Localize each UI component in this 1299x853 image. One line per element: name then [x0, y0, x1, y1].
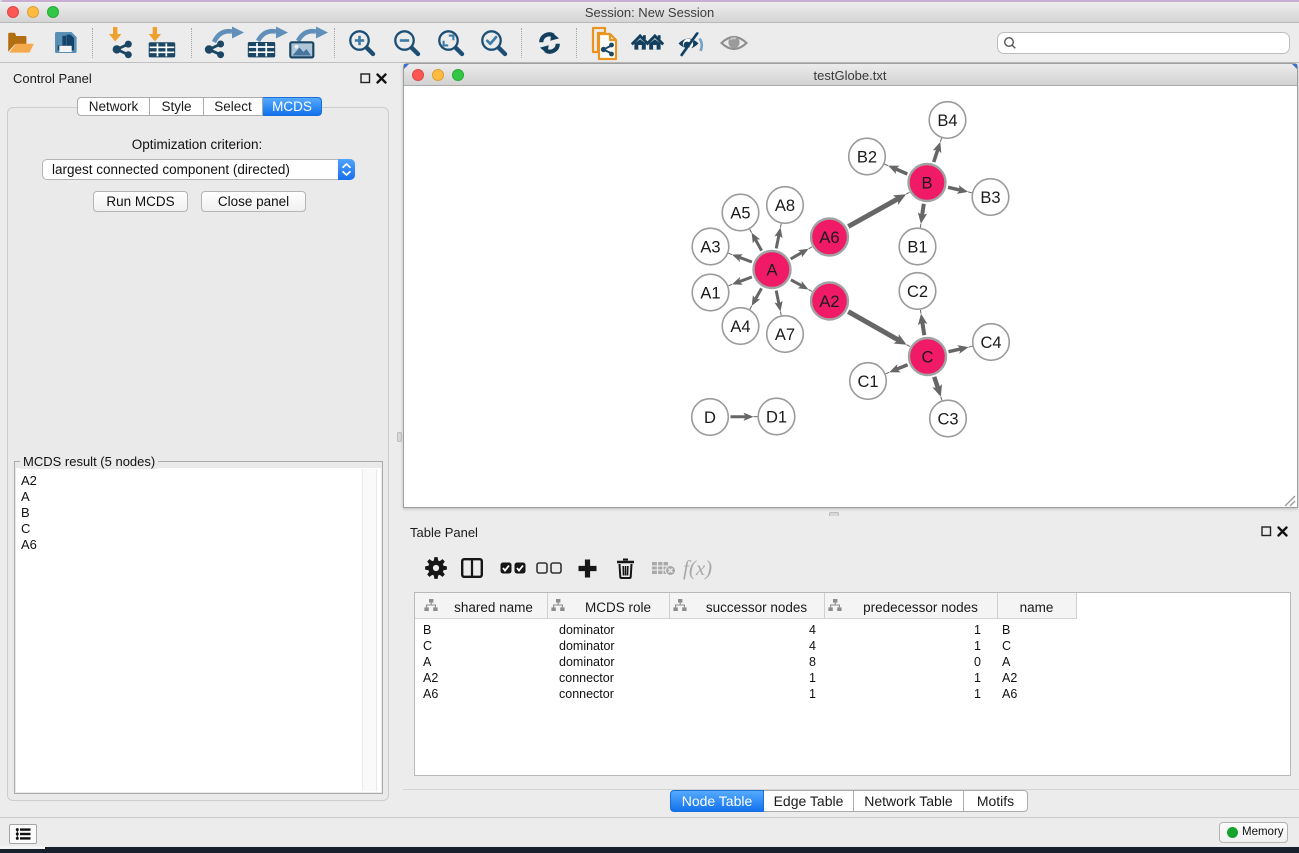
svg-text:C3: C3 — [937, 411, 958, 429]
svg-text:A: A — [766, 262, 777, 280]
svg-text:A8: A8 — [775, 197, 795, 215]
svg-text:A4: A4 — [730, 318, 750, 336]
svg-text:C1: C1 — [857, 373, 878, 391]
svg-text:B1: B1 — [907, 239, 927, 257]
svg-text:C: C — [922, 349, 934, 367]
svg-text:D1: D1 — [766, 409, 787, 427]
svg-text:C2: C2 — [907, 283, 928, 301]
svg-text:D: D — [704, 409, 716, 427]
svg-text:A2: A2 — [819, 293, 839, 311]
svg-text:A6: A6 — [819, 229, 839, 247]
svg-text:B4: B4 — [937, 112, 957, 130]
svg-text:B2: B2 — [857, 149, 877, 167]
svg-text:B3: B3 — [980, 189, 1000, 207]
svg-text:A1: A1 — [700, 285, 720, 303]
svg-text:A7: A7 — [775, 326, 795, 344]
svg-text:A3: A3 — [700, 239, 720, 257]
svg-text:C4: C4 — [980, 334, 1001, 352]
svg-text:B: B — [921, 175, 932, 193]
svg-text:A5: A5 — [730, 205, 750, 223]
